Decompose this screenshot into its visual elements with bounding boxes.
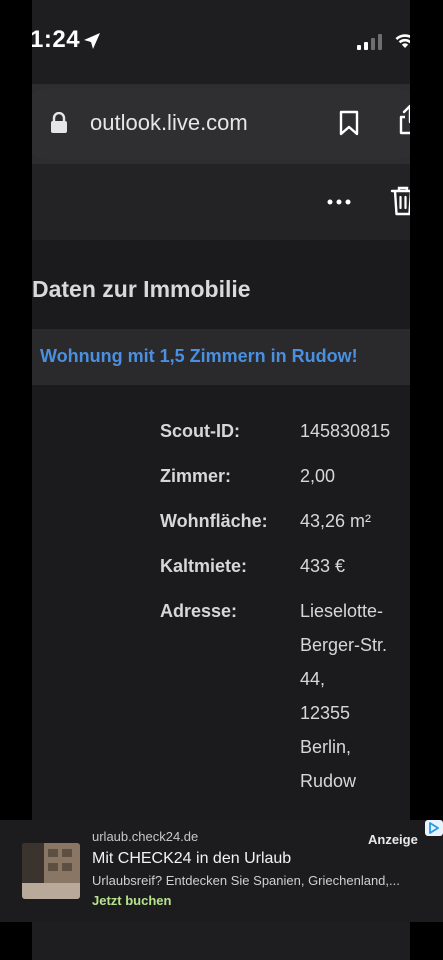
address-line: Berlin, bbox=[300, 737, 352, 757]
detail-value: 433 € bbox=[300, 556, 346, 576]
ad-domain: urlaub.check24.de bbox=[92, 829, 199, 844]
address-line: Rudow bbox=[300, 771, 357, 791]
adchoices-icon[interactable] bbox=[425, 820, 443, 836]
ad-thumbnail-image[interactable] bbox=[22, 843, 80, 899]
mail-toolbar bbox=[32, 164, 410, 240]
ad-title[interactable]: Mit CHECK24 in den Urlaub bbox=[92, 850, 291, 868]
detail-label: Zimmer: bbox=[160, 466, 232, 486]
more-icon[interactable] bbox=[327, 198, 351, 206]
detail-value: 2,00 bbox=[300, 466, 336, 486]
detail-label: Kaltmiete: bbox=[160, 556, 248, 576]
address-line: Lieselotte- bbox=[300, 601, 384, 621]
wifi-icon bbox=[395, 34, 410, 48]
address-line: Berger-Str. bbox=[300, 635, 388, 655]
bookmark-icon[interactable] bbox=[338, 110, 360, 136]
detail-label: Wohnfläche: bbox=[160, 511, 268, 531]
lock-icon bbox=[51, 112, 67, 133]
address-line: 12355 bbox=[300, 703, 351, 723]
detail-label: Adresse: bbox=[160, 601, 238, 621]
status-time: 1:24 bbox=[32, 26, 81, 53]
section-title: Daten zur Immobilie bbox=[32, 276, 251, 302]
ad-label-badge: Anzeige bbox=[368, 832, 418, 847]
ad-description: Urlaubsreif? Entdecken Sie Spanien, Grie… bbox=[92, 873, 400, 888]
detail-label: Scout-ID: bbox=[160, 421, 240, 441]
detail-value: 145830815 bbox=[300, 421, 391, 441]
phone-screen: 1:24 outlook.live.com Daten zur Immobili… bbox=[32, 0, 410, 960]
cellular-signal-icon bbox=[357, 34, 382, 50]
share-icon[interactable] bbox=[398, 104, 410, 136]
location-arrow-icon bbox=[84, 33, 100, 49]
trash-icon[interactable] bbox=[390, 185, 410, 217]
detail-value: 43,26 m² bbox=[300, 511, 372, 531]
address-line: 44, bbox=[300, 669, 326, 689]
listing-title-link[interactable]: Wohnung mit 1,5 Zimmern in Rudow! bbox=[40, 346, 358, 367]
url-text[interactable]: outlook.live.com bbox=[90, 110, 248, 136]
ad-cta-link[interactable]: Jetzt buchen bbox=[92, 893, 171, 908]
